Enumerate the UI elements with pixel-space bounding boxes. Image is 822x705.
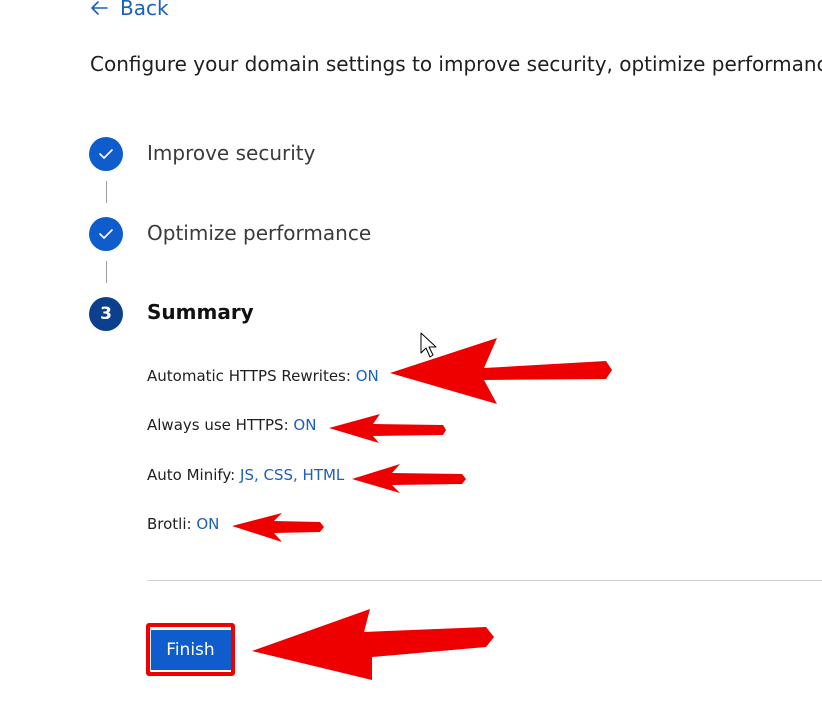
arrow-left-icon <box>91 1 108 15</box>
summary-value: JS, CSS, HTML <box>240 466 345 484</box>
annotation-arrow-always-https <box>329 414 446 443</box>
step-connector <box>106 261 107 283</box>
summary-https-rewrites: Automatic HTTPS Rewrites: ON <box>147 367 379 385</box>
annotation-arrow-finish <box>252 609 494 680</box>
summary-label: Automatic HTTPS Rewrites: <box>147 367 356 385</box>
summary-brotli: Brotli: ON <box>147 515 219 533</box>
summary-value: ON <box>196 515 220 533</box>
back-label: Back <box>120 0 169 20</box>
check-icon <box>99 149 113 159</box>
summary-value: ON <box>293 416 317 434</box>
step-1-indicator <box>89 137 123 171</box>
summary-label: Auto Minify: <box>147 466 241 484</box>
page: Back Configure your domain settings to i… <box>0 0 822 705</box>
summary-auto-minify: Auto Minify: JS, CSS, HTML <box>147 466 344 484</box>
step-3-indicator: 3 <box>89 297 123 331</box>
step-3-number: 3 <box>100 304 112 324</box>
annotation-arrow-https-rewrites <box>390 338 612 404</box>
summary-value: ON <box>355 367 379 385</box>
finish-highlight: Finish <box>146 623 235 676</box>
finish-button[interactable]: Finish <box>150 629 231 670</box>
step-2-label: Optimize performance <box>147 221 372 245</box>
check-icon <box>99 229 113 239</box>
annotation-arrow-brotli <box>232 513 324 542</box>
annotation-arrow-auto-minify <box>352 464 466 493</box>
step-3-label: Summary <box>147 300 254 324</box>
summary-label: Always use HTTPS: <box>147 416 294 434</box>
mouse-cursor-icon <box>420 332 437 358</box>
summary-label: Brotli: <box>147 515 197 533</box>
summary-always-https: Always use HTTPS: ON <box>147 416 316 434</box>
step-2-indicator <box>89 217 123 251</box>
divider <box>147 580 822 581</box>
step-connector <box>106 181 107 203</box>
step-1-label: Improve security <box>147 141 316 165</box>
annotation-overlay <box>232 332 612 680</box>
back-link[interactable]: Back <box>90 0 169 20</box>
intro-text: Configure your domain settings to improv… <box>90 52 822 76</box>
